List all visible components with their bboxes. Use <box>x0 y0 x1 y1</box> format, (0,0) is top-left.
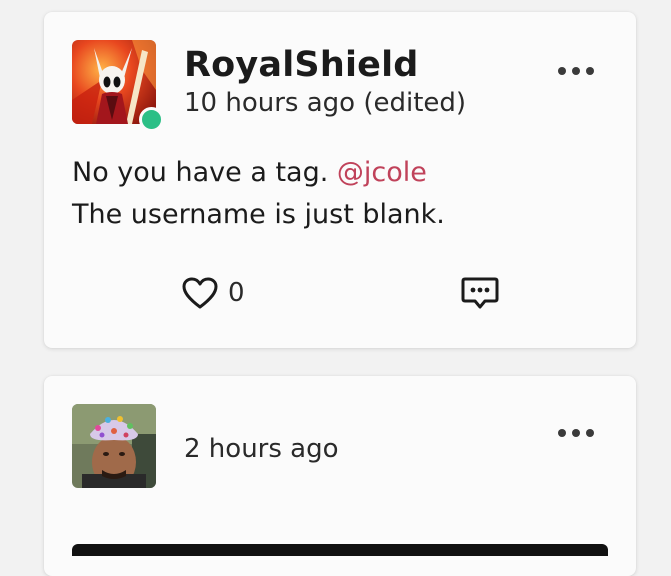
post-timestamp: 2 hours ago <box>184 434 339 464</box>
online-status-indicator <box>139 107 164 132</box>
comment-button[interactable] <box>461 276 499 310</box>
username[interactable]: RoyalShield <box>184 44 419 86</box>
heart-icon <box>182 277 218 309</box>
post-body: No you have a tag. @jcole The username i… <box>72 152 445 236</box>
post-card: RoyalShield 10 hours ago (edited) No you… <box>44 12 636 348</box>
comment-icon <box>461 277 499 309</box>
post-body-line: No you have a tag. @jcole <box>72 152 445 194</box>
man-with-shower-cap-avatar-icon <box>72 404 156 488</box>
post-body-line: The username is just blank. <box>72 199 445 230</box>
post-media[interactable] <box>72 544 608 556</box>
post-timestamp: 10 hours ago (edited) <box>184 88 467 118</box>
post-text: No you have a tag. <box>72 157 337 188</box>
user-mention-link[interactable]: @jcole <box>337 157 427 188</box>
like-button[interactable]: 0 <box>182 275 245 311</box>
post-card: 2 hours ago <box>44 376 636 576</box>
like-count: 0 <box>228 278 245 308</box>
user-avatar[interactable] <box>72 404 156 488</box>
more-options-button[interactable] <box>556 424 596 444</box>
more-options-button[interactable] <box>556 62 596 82</box>
